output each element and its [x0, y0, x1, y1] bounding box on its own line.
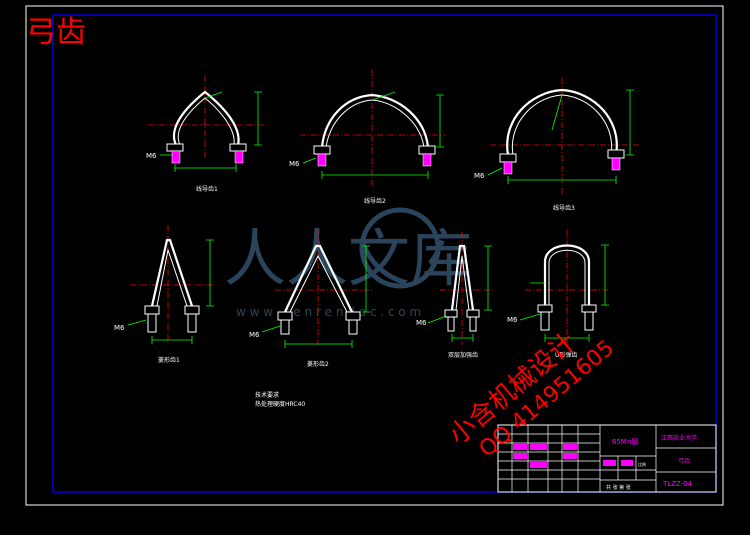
- thread-label: M6: [249, 331, 260, 339]
- thread-label: M6: [474, 172, 485, 180]
- nut-right: [418, 145, 436, 155]
- bolt-right: [584, 311, 594, 331]
- nut-left: [313, 145, 331, 155]
- bolt-right: [469, 316, 477, 332]
- nut-left: [499, 153, 517, 163]
- nut-right: [229, 143, 247, 152]
- school-name: 江西农业大学: [661, 434, 697, 442]
- material: 65Mn钢: [612, 437, 638, 446]
- thread-label: M6: [114, 324, 125, 332]
- nut-left: [444, 309, 458, 318]
- title-block: 65Mn钢 江西农业大学 弓齿 TLZZ-04 比例 共 张 第 张: [497, 424, 717, 493]
- bolt-left: [171, 150, 181, 164]
- nut-right: [345, 311, 361, 321]
- cad-drawing: 弓齿 人人文库 w w w . r e n r e n d o c . c o …: [0, 0, 750, 535]
- bolt-left: [447, 316, 455, 332]
- view-label: 线导齿1: [196, 185, 218, 193]
- bolt-right: [611, 157, 621, 171]
- thread-label: M6: [416, 319, 427, 327]
- view-label: 双层加强齿: [448, 351, 478, 359]
- nut-right: [607, 149, 625, 159]
- nut-left: [144, 305, 160, 315]
- nut-left: [537, 304, 553, 313]
- scale-label: 比例: [638, 461, 646, 467]
- nut-right: [184, 305, 200, 315]
- view-label: 线导齿3: [553, 204, 575, 212]
- bolt-left: [503, 161, 513, 175]
- drawing-title: 弓齿: [26, 15, 86, 50]
- watermark-site-name: 人人文库: [224, 222, 472, 295]
- bolt-left: [280, 319, 290, 335]
- view-label: 菱形齿1: [158, 356, 180, 364]
- thread-label: M6: [289, 160, 300, 168]
- sheet-label: 共 张 第 张: [606, 484, 631, 491]
- view-label: 菱形齿2: [307, 360, 329, 368]
- bolt-right: [234, 150, 244, 164]
- bolt-right: [187, 313, 197, 333]
- nut-right: [466, 309, 480, 318]
- nut-left: [277, 311, 293, 321]
- nut-right: [581, 304, 597, 313]
- thread-label: M6: [146, 152, 157, 160]
- view-label: 线导齿2: [364, 197, 386, 205]
- thread-label: M6: [507, 316, 518, 324]
- bolt-left: [147, 313, 157, 333]
- bolt-right: [422, 153, 432, 167]
- drawing-canvas: 弓齿 人人文库 w w w . r e n r e n d o c . c o …: [0, 0, 750, 535]
- notes-line-1: 热处理硬度HRC40: [255, 400, 305, 408]
- notes-title: 技术要求: [255, 391, 279, 399]
- bolt-left: [317, 153, 327, 167]
- nut-left: [166, 143, 184, 152]
- bolt-left: [540, 311, 550, 331]
- part-name: 弓齿: [678, 457, 690, 465]
- drawing-number: TLZZ-04: [662, 480, 693, 488]
- bolt-right: [348, 319, 358, 335]
- watermark-url: w w w . r e n r e n d o c . c o m: [236, 305, 421, 319]
